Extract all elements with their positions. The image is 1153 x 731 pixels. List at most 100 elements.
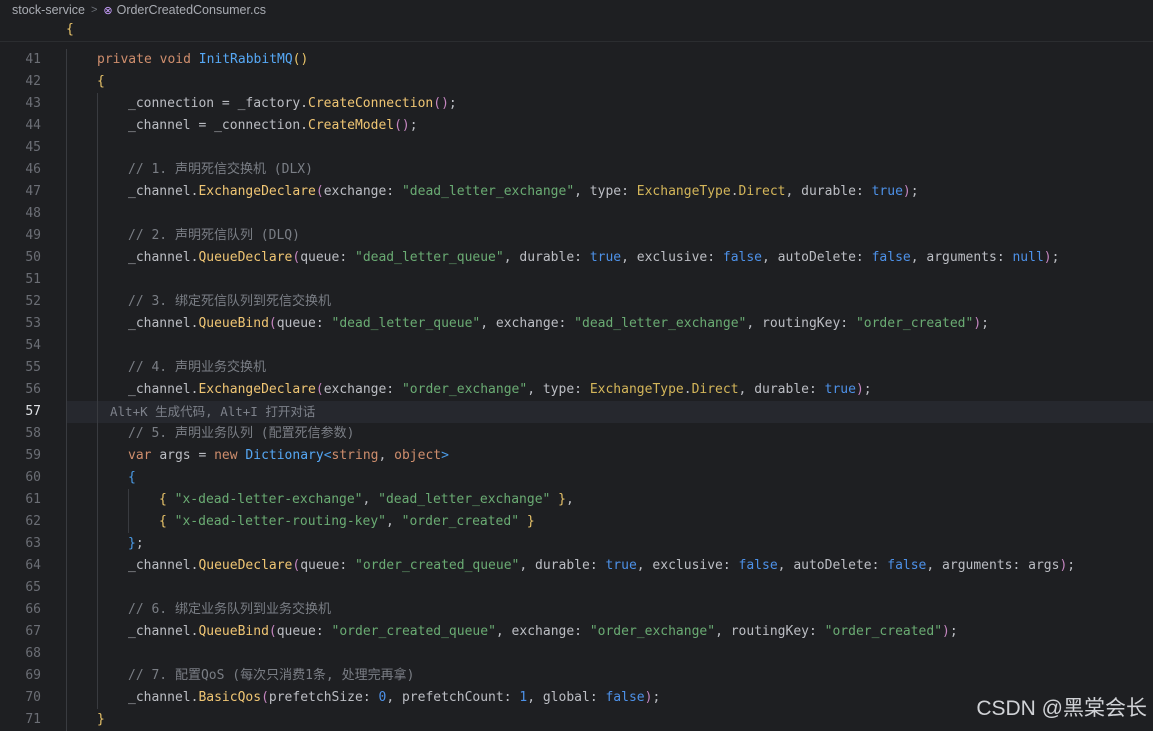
- code-token: ;: [910, 184, 919, 199]
- code-line[interactable]: 41 private void InitRabbitMQ(): [0, 49, 1153, 71]
- code-token: _channel.: [128, 316, 199, 331]
- code-token: ): [902, 184, 911, 199]
- code-token: ): [973, 316, 982, 331]
- code-token: ;: [1051, 250, 1060, 265]
- code-token: ,: [566, 492, 574, 507]
- code-token: null: [1012, 250, 1044, 265]
- class-icon: ⊗: [103, 4, 113, 17]
- code-line[interactable]: 60 {: [0, 467, 1153, 489]
- indent-guide: [66, 599, 67, 621]
- code-line[interactable]: 58 // 5. 声明业务队列 (配置死信参数): [0, 423, 1153, 445]
- code-token: , durable:: [503, 250, 590, 265]
- code-line[interactable]: 65: [0, 577, 1153, 599]
- code-line[interactable]: 63};: [0, 533, 1153, 555]
- code-line[interactable]: 49 // 2. 声明死信队列 (DLQ): [0, 225, 1153, 247]
- code-line[interactable]: 44 _channel = _connection.CreateModel();: [0, 115, 1153, 137]
- code-token: , type:: [527, 382, 590, 397]
- code-line[interactable]: 67 _channel.QueueBind(queue: "order_creat…: [0, 621, 1153, 643]
- indent-guide: [97, 291, 98, 313]
- code-token: _channel.: [128, 558, 199, 573]
- code-token: ;: [135, 536, 144, 551]
- indent-guide: [66, 335, 67, 357]
- code-token: .: [683, 382, 692, 397]
- indent-guide: [66, 621, 67, 643]
- indent-guide: [97, 577, 98, 599]
- line-number: 69: [25, 668, 41, 683]
- indent-guide: [97, 181, 98, 203]
- indent-guide: [66, 313, 67, 335]
- line-number: 45: [25, 140, 41, 155]
- code-line[interactable]: 42 {: [0, 71, 1153, 93]
- line-number: 55: [25, 360, 41, 375]
- code-token: ;: [448, 96, 457, 111]
- code-token: _channel.: [128, 624, 199, 639]
- line-number: 57: [25, 404, 41, 419]
- code-token: ;: [652, 690, 661, 705]
- code-line[interactable]: 68: [0, 643, 1153, 665]
- indent-guide: [97, 467, 98, 489]
- code-line[interactable]: 66 // 6. 绑定业务队列到业务交换机: [0, 599, 1153, 621]
- breadcrumb: stock-service > ⊗ OrderCreatedConsumer.c…: [0, 0, 1153, 20]
- code-line[interactable]: 46 // 1. 声明死信交换机 (DLX): [0, 159, 1153, 181]
- code-line[interactable]: 50 _channel.QueueDeclare(queue: "dead_let…: [0, 247, 1153, 269]
- code-token: ): [942, 624, 950, 639]
- code-line[interactable]: 45: [0, 137, 1153, 159]
- indent-guide: [66, 423, 67, 445]
- code-line[interactable]: 56 _channel.ExchangeDeclare(exchange: "or…: [0, 379, 1153, 401]
- indent-guide: [97, 445, 98, 467]
- code-text: { "x-dead-letter-routing-key", "order_cr…: [159, 511, 535, 533]
- code-token: // 2. 声明死信队列 (DLQ): [128, 228, 300, 243]
- code-line[interactable]: 51: [0, 269, 1153, 291]
- code-token: _channel = _connection.: [128, 118, 309, 133]
- code-line[interactable]: 57 Alt+K 生成代码, Alt+I 打开对话: [0, 401, 1153, 423]
- indent-guide: [66, 137, 67, 159]
- code-line[interactable]: 69 // 7. 配置QoS (每次只消费1条, 处理完再拿): [0, 665, 1153, 687]
- code-line[interactable]: 62 { "x-dead-letter-routing-key", "order_…: [0, 511, 1153, 533]
- code-line[interactable]: 43 _connection = _factory.CreateConnectio…: [0, 93, 1153, 115]
- code-line[interactable]: 64 _channel.QueueDeclare(queue: "order_cr…: [0, 555, 1153, 577]
- code-text: _channel.QueueDeclare(queue: "dead_lette…: [128, 247, 1059, 269]
- line-number: 56: [25, 382, 41, 397]
- code-token: "x-dead-letter-exchange": [174, 492, 363, 507]
- indent-guide: [66, 687, 67, 709]
- sticky-scroll-header[interactable]: {: [0, 20, 1153, 42]
- code-token: QueueBind: [198, 624, 269, 639]
- code-token: Direct: [738, 184, 786, 199]
- code-token: ;: [863, 382, 872, 397]
- code-line[interactable]: 53 _channel.QueueBind(queue: "dead_letter…: [0, 313, 1153, 335]
- line-number: 71: [25, 712, 41, 727]
- code-token: {: [97, 74, 105, 89]
- breadcrumb-project[interactable]: stock-service: [12, 3, 85, 17]
- code-token: , exchange:: [480, 316, 575, 331]
- code-token: ,: [362, 492, 379, 507]
- code-line[interactable]: 59 var args = new Dictionary<string, obje…: [0, 445, 1153, 467]
- code-line[interactable]: 55 // 4. 声明业务交换机: [0, 357, 1153, 379]
- code-token: {: [159, 492, 175, 507]
- code-text: _channel.ExchangeDeclare(exchange: "dead…: [128, 181, 919, 203]
- code-line[interactable]: 52 // 3. 绑定死信队列到死信交换机: [0, 291, 1153, 313]
- code-token: "order_exchange": [589, 624, 716, 639]
- code-token: false: [871, 250, 911, 265]
- indent-guide: [97, 643, 98, 665]
- code-token: exchange:: [323, 184, 402, 199]
- code-token: "dead_letter_exchange": [574, 316, 747, 331]
- code-token: "x-dead-letter-routing-key": [174, 514, 386, 529]
- code-token: ;: [409, 118, 418, 133]
- ai-inline-hint[interactable]: Alt+K 生成代码, Alt+I 打开对话: [110, 404, 315, 419]
- code-text: // 3. 绑定死信队列到死信交换机: [128, 291, 331, 313]
- indent-guide: [97, 555, 98, 577]
- code-line[interactable]: 54: [0, 335, 1153, 357]
- code-editor[interactable]: 41 private void InitRabbitMQ() 42{43 _conne…: [0, 49, 1153, 731]
- line-number: 43: [25, 96, 41, 111]
- code-token: (): [433, 96, 449, 111]
- code-line[interactable]: 47 _channel.ExchangeDeclare(exchange: "de…: [0, 181, 1153, 203]
- indent-guide: [66, 93, 67, 115]
- code-token: , global:: [527, 690, 606, 705]
- breadcrumb-file[interactable]: OrderCreatedConsumer.cs: [117, 3, 266, 17]
- code-token: queue:: [276, 316, 332, 331]
- code-line[interactable]: 48: [0, 203, 1153, 225]
- code-token: "dead_letter_queue": [331, 316, 481, 331]
- code-line[interactable]: 61 { "x-dead-letter-exchange", "dead_lett…: [0, 489, 1153, 511]
- code-text: Alt+K 生成代码, Alt+I 打开对话: [110, 401, 315, 424]
- code-token: true: [871, 184, 903, 199]
